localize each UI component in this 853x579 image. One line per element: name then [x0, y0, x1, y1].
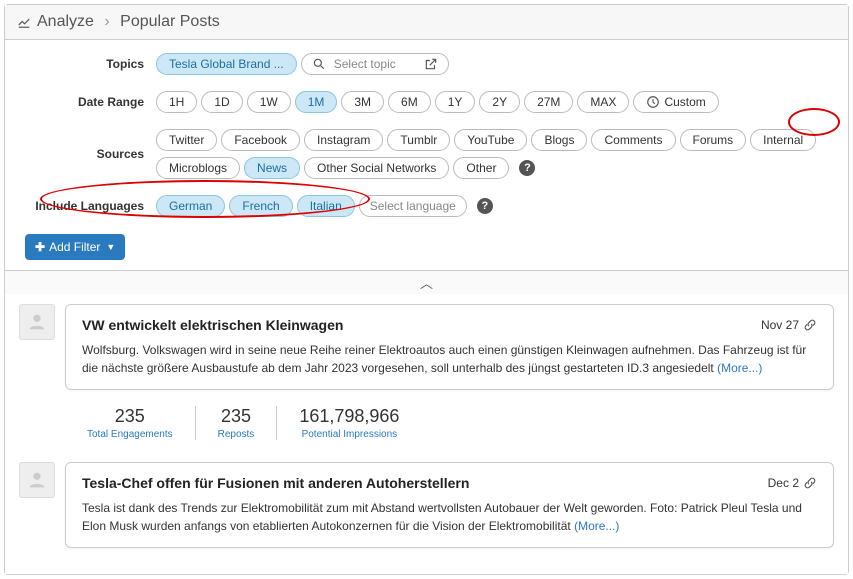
- daterange-option-3m[interactable]: 3M: [341, 91, 384, 113]
- source-option-other-social-networks[interactable]: Other Social Networks: [304, 157, 449, 179]
- daterange-label: Date Range: [21, 95, 156, 109]
- post-date: Nov 27: [761, 318, 817, 332]
- post-text: Tesla ist dank des Trends zur Elektromob…: [82, 499, 817, 535]
- source-option-twitter[interactable]: Twitter: [156, 129, 217, 151]
- chevron-up-icon: ︿: [420, 276, 433, 291]
- daterange-row: Date Range 1H1D1W1M3M6M1Y2Y27MMAX Custom: [21, 88, 832, 116]
- language-selected-german[interactable]: German: [156, 195, 225, 217]
- link-icon[interactable]: [803, 318, 817, 332]
- daterange-option-2y[interactable]: 2Y: [479, 91, 520, 113]
- page-header: Analyze › Popular Posts: [5, 5, 848, 40]
- source-option-youtube[interactable]: YouTube: [454, 129, 527, 151]
- analyze-icon: [17, 15, 31, 29]
- languages-row: Include Languages GermanFrenchItalian Se…: [21, 192, 832, 220]
- post-stats: 235 Total Engagements 235 Reposts 161,79…: [65, 400, 834, 446]
- source-option-news[interactable]: News: [244, 157, 300, 179]
- caret-down-icon: ▼: [106, 242, 115, 252]
- more-link[interactable]: (More...): [717, 361, 762, 375]
- source-option-internal[interactable]: Internal: [750, 129, 816, 151]
- stat-engagements[interactable]: 235 Total Engagements: [65, 406, 196, 440]
- daterange-option-27m[interactable]: 27M: [524, 91, 573, 113]
- source-option-tumblr[interactable]: Tumblr: [387, 129, 450, 151]
- more-link[interactable]: (More...): [574, 519, 619, 533]
- post-card[interactable]: VW entwickelt elektrischen Kleinwagen No…: [65, 304, 834, 390]
- topic-selected-pill[interactable]: Tesla Global Brand ...: [156, 53, 297, 75]
- languages-label: Include Languages: [21, 199, 156, 213]
- external-link-icon: [424, 57, 438, 71]
- daterange-option-1w[interactable]: 1W: [247, 91, 291, 113]
- topics-row: Topics Tesla Global Brand ... Select top…: [21, 50, 832, 78]
- sources-label: Sources: [21, 147, 156, 161]
- daterange-option-1y[interactable]: 1Y: [435, 91, 476, 113]
- post-item: VW entwickelt elektrischen Kleinwagen No…: [19, 304, 834, 446]
- daterange-option-max[interactable]: MAX: [577, 91, 629, 113]
- posts-list: VW entwickelt elektrischen Kleinwagen No…: [5, 294, 848, 574]
- breadcrumb-separator: ›: [104, 13, 109, 30]
- daterange-option-6m[interactable]: 6M: [388, 91, 431, 113]
- link-icon[interactable]: [803, 476, 817, 490]
- source-option-instagram[interactable]: Instagram: [304, 129, 383, 151]
- help-icon[interactable]: ?: [519, 160, 535, 176]
- source-option-other[interactable]: Other: [453, 157, 509, 179]
- add-filter-button[interactable]: ✚ Add Filter ▼: [25, 234, 125, 260]
- filters-panel: Topics Tesla Global Brand ... Select top…: [5, 40, 848, 270]
- topic-selector[interactable]: Select topic: [301, 53, 449, 75]
- topics-label: Topics: [21, 57, 156, 71]
- breadcrumb-root[interactable]: Analyze: [37, 13, 94, 30]
- source-option-facebook[interactable]: Facebook: [221, 129, 300, 151]
- search-icon: [312, 57, 326, 71]
- stat-impressions[interactable]: 161,798,966 Potential Impressions: [277, 406, 421, 440]
- source-option-comments[interactable]: Comments: [591, 129, 675, 151]
- post-text: Wolfsburg. Volkswagen wird in seine neue…: [82, 341, 817, 377]
- daterange-custom[interactable]: Custom: [633, 91, 718, 113]
- breadcrumb: Analyze › Popular Posts: [37, 13, 220, 31]
- daterange-option-1h[interactable]: 1H: [156, 91, 197, 113]
- post-card[interactable]: Tesla-Chef offen für Fusionen mit andere…: [65, 462, 834, 548]
- stat-reposts[interactable]: 235 Reposts: [196, 406, 278, 440]
- sources-row: SourcesTwitterFacebookInstagramTumblrYou…: [21, 126, 832, 182]
- language-selected-italian[interactable]: Italian: [297, 195, 355, 217]
- breadcrumb-page: Popular Posts: [120, 13, 220, 30]
- post-date: Dec 2: [768, 476, 817, 490]
- clock-icon: [646, 95, 660, 109]
- source-option-forums[interactable]: Forums: [680, 129, 747, 151]
- plus-icon: ✚: [35, 240, 45, 254]
- language-selected-french[interactable]: French: [229, 195, 292, 217]
- daterange-option-1d[interactable]: 1D: [201, 91, 242, 113]
- language-selector[interactable]: Select language: [359, 195, 467, 217]
- avatar: [19, 304, 55, 340]
- source-option-blogs[interactable]: Blogs: [531, 129, 587, 151]
- daterange-option-1m[interactable]: 1M: [295, 91, 338, 113]
- collapse-toggle[interactable]: ︿: [5, 270, 848, 294]
- source-option-microblogs[interactable]: Microblogs: [156, 157, 240, 179]
- post-item: Tesla-Chef offen für Fusionen mit andere…: [19, 462, 834, 548]
- topic-placeholder: Select topic: [334, 57, 396, 71]
- post-title: Tesla-Chef offen für Fusionen mit andere…: [82, 475, 469, 491]
- avatar: [19, 462, 55, 498]
- app-container: Analyze › Popular Posts Topics Tesla Glo…: [4, 4, 849, 575]
- post-title: VW entwickelt elektrischen Kleinwagen: [82, 317, 343, 333]
- help-icon[interactable]: ?: [477, 198, 493, 214]
- language-placeholder: Select language: [370, 199, 456, 213]
